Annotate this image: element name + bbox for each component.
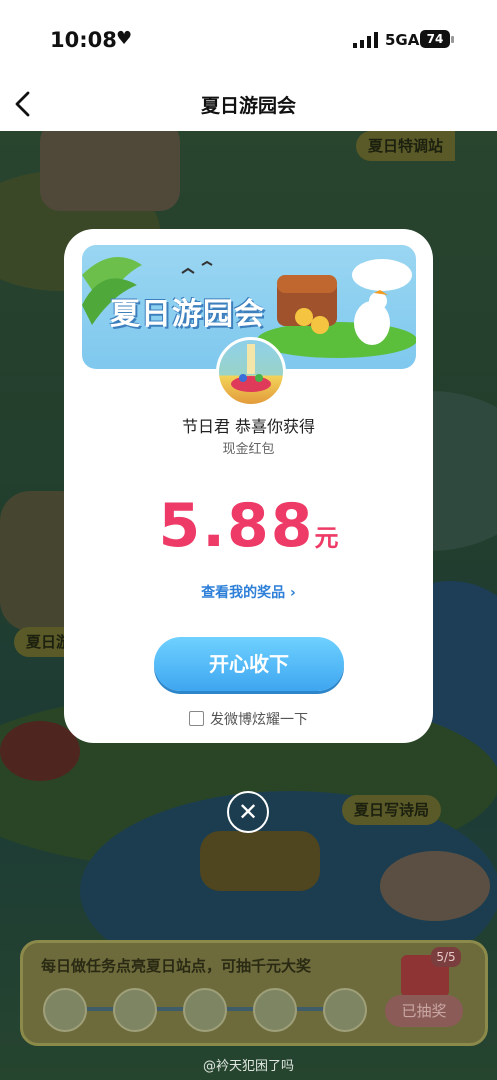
accept-button[interactable]: 开心收下 [154, 637, 344, 691]
avatar-illustration [231, 344, 271, 392]
prize-amount: 5.88元 [64, 491, 433, 561]
share-to-weibo-option[interactable]: 发微博炫耀一下 [64, 709, 433, 729]
daily-task-panel: 每日做任务点亮夏日站点，可抽千元大奖 5/5 已抽奖 [20, 940, 488, 1046]
page-title: 夏日游园会 [200, 95, 296, 117]
task-progress-badge: 5/5 [431, 947, 461, 967]
task-station-icon [113, 988, 157, 1032]
prize-modal: 夏日游园会 节日君 恭喜你获得 现金红包 5.88元 查看我的奖品 › 开心收下… [64, 229, 433, 743]
task-station-icon [43, 988, 87, 1032]
nav-bar: 夏日游园会 [0, 78, 497, 131]
battery-tip [451, 36, 454, 43]
draw-prize-button[interactable]: 已抽奖 [385, 995, 463, 1027]
close-icon[interactable]: ✕ [227, 791, 269, 833]
battery-icon: 74 [420, 30, 450, 48]
congrats-text: 节日君 恭喜你获得 [181, 417, 316, 436]
network-type: 5GA [385, 31, 420, 49]
avatar [216, 337, 286, 407]
clock: 10:08 [50, 28, 117, 52]
amount-value: 5.88 [158, 491, 315, 561]
prize-type: 现金红包 [222, 442, 275, 457]
task-station-icon [183, 988, 227, 1032]
banner-title: 夏日游园会 [110, 297, 265, 332]
heart-icon: ♥ [116, 28, 133, 49]
share-checkbox[interactable] [189, 711, 204, 726]
view-my-prizes-link[interactable]: 查看我的奖品 › [64, 582, 433, 602]
task-station-icon [253, 988, 297, 1032]
share-label: 发微博炫耀一下 [210, 712, 308, 728]
amount-unit: 元 [314, 524, 339, 552]
task-station-icon [323, 988, 367, 1032]
status-bar: 10:08 ♥ 5GA 74 [0, 0, 497, 78]
task-description: 每日做任务点亮夏日站点，可抽千元大奖 [41, 957, 312, 975]
watermark: @衿天犯困了吗 [202, 1059, 294, 1074]
signal-icon [353, 32, 378, 48]
